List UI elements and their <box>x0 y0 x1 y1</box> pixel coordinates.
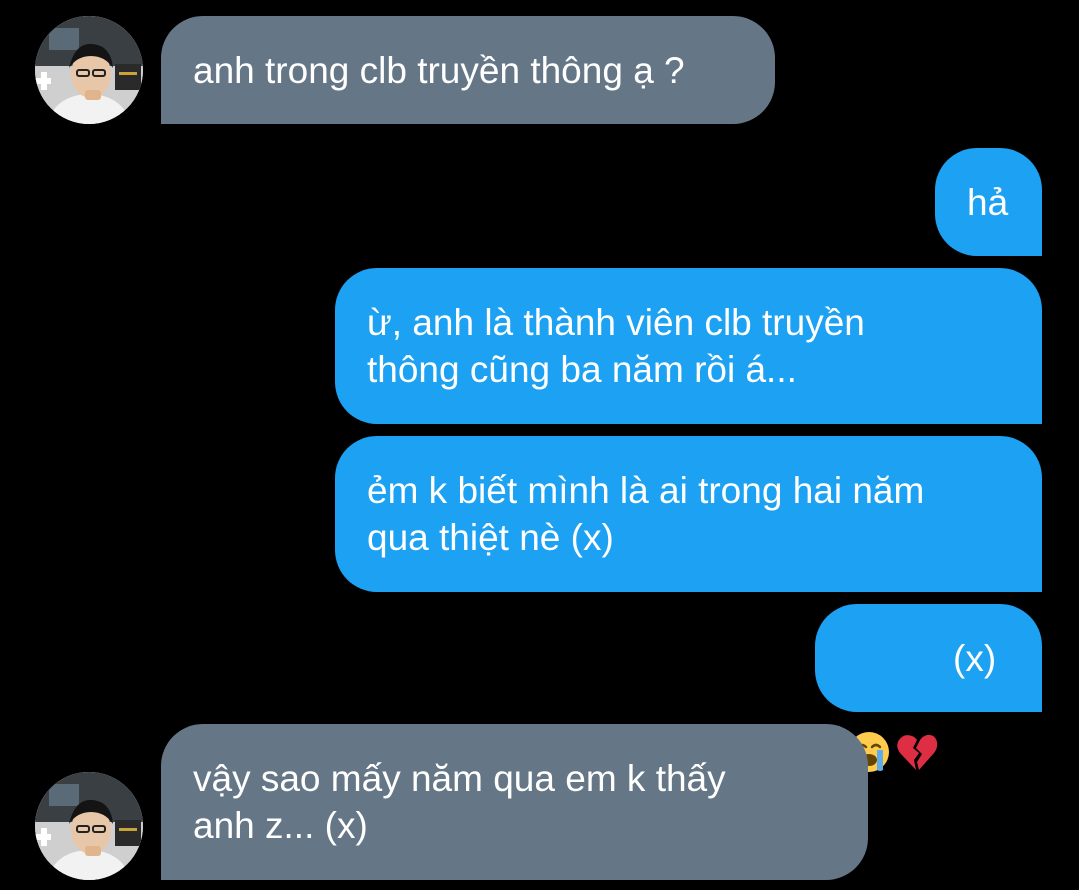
incoming-message[interactable]: vậy sao mấy năm qua em k thấy anh z... (… <box>161 724 868 880</box>
message-text: ừ, anh là thành viên clb truyền thông cũ… <box>367 302 865 390</box>
outgoing-message[interactable]: hả <box>935 148 1042 256</box>
message-text: (x) <box>953 637 997 679</box>
incoming-message[interactable]: anh trong clb truyền thông ạ ? <box>161 16 775 124</box>
outgoing-message[interactable]: ẻm k biết mình là ai trong hai năm qua t… <box>335 436 1042 592</box>
outgoing-message[interactable]: (x) <box>815 604 1042 772</box>
message-text: hả <box>967 181 1009 223</box>
message-text: ẻm k biết mình là ai trong hai năm qua t… <box>367 470 925 558</box>
message-text: anh trong clb truyền thông ạ ? <box>193 49 685 91</box>
contact-avatar[interactable] <box>35 772 143 880</box>
message-text: vậy sao mấy năm qua em k thấy anh z... (… <box>193 758 726 846</box>
chat-screen: anh trong clb truyền thông ạ ? hả ừ, anh… <box>0 0 1079 890</box>
broken-heart-icon <box>895 636 939 770</box>
outgoing-message[interactable]: ừ, anh là thành viên clb truyền thông cũ… <box>335 268 1042 424</box>
contact-avatar[interactable] <box>35 16 143 124</box>
loudly-crying-face-icon <box>847 636 891 772</box>
